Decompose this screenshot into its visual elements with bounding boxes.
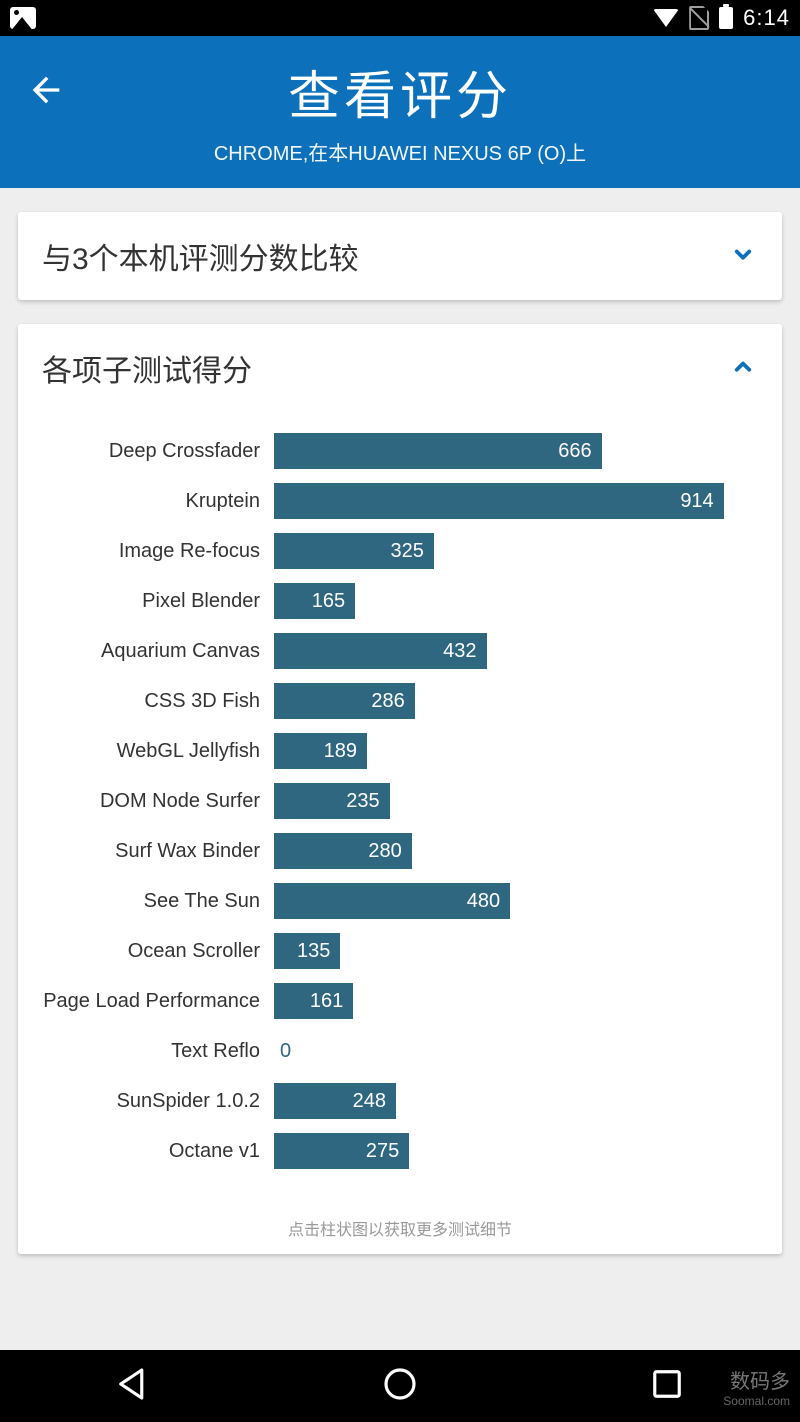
circle-home-icon [379, 1363, 421, 1405]
chart-bar-track: 161 [274, 983, 766, 1019]
chart-row[interactable]: Octane v1275 [34, 1126, 766, 1176]
chart-row[interactable]: See The Sun480 [34, 876, 766, 926]
chart-label: SunSpider 1.0.2 [34, 1090, 274, 1113]
status-bar: 6:14 [0, 0, 800, 36]
triangle-back-icon [112, 1363, 154, 1405]
status-left [10, 7, 36, 29]
chart-row[interactable]: Pixel Blender165 [34, 576, 766, 626]
compare-card-head[interactable]: 与3个本机评测分数比较 [18, 212, 782, 300]
chart-label: Octane v1 [34, 1140, 274, 1163]
chart-row[interactable]: Deep Crossfader666 [34, 426, 766, 476]
chart-row[interactable]: Image Re-focus325 [34, 526, 766, 576]
chart-row[interactable]: Kruptein914 [34, 476, 766, 526]
subtests-card-head[interactable]: 各项子测试得分 [18, 324, 782, 412]
chart-bar[interactable]: 275 [274, 1133, 409, 1169]
page-subtitle: CHROME,在本HUAWEI NEXUS 6P (O)上 [20, 137, 780, 166]
chart-label: Ocean Scroller [34, 940, 274, 963]
chart-bar[interactable]: 135 [274, 933, 340, 969]
compare-card[interactable]: 与3个本机评测分数比较 [18, 212, 782, 300]
status-right: 6:14 [653, 5, 790, 31]
chart-bar-track: 248 [274, 1083, 766, 1119]
chart-bar[interactable]: 0 [274, 1033, 280, 1069]
chart-bar[interactable]: 286 [274, 683, 415, 719]
chart-row[interactable]: Page Load Performance161 [34, 976, 766, 1026]
watermark-line1: 数码多 [730, 1365, 790, 1394]
chart-label: Pixel Blender [34, 590, 274, 613]
chart-bar-track: 432 [274, 633, 766, 669]
chart-bar-track: 235 [274, 783, 766, 819]
chart-label: Aquarium Canvas [34, 640, 274, 663]
chart-label: Text Reflo [34, 1040, 274, 1063]
chart-bar[interactable]: 325 [274, 533, 434, 569]
chart-bar[interactable]: 480 [274, 883, 510, 919]
chart-label: See The Sun [34, 890, 274, 913]
chart-bar-track: 189 [274, 733, 766, 769]
chart-row[interactable]: Surf Wax Binder280 [34, 826, 766, 876]
chart-label: Image Re-focus [34, 540, 274, 563]
chart-row[interactable]: Text Reflo0 [34, 1026, 766, 1076]
chart-label: WebGL Jellyfish [34, 740, 274, 763]
chart-label: CSS 3D Fish [34, 690, 274, 713]
chart-bar-track: 286 [274, 683, 766, 719]
chart-bar-track: 914 [274, 483, 766, 519]
subtests-chart[interactable]: Deep Crossfader666Kruptein914Image Re-fo… [18, 412, 782, 1196]
no-sim-icon [689, 6, 709, 30]
back-button[interactable] [26, 70, 66, 115]
chart-bar-track: 480 [274, 883, 766, 919]
chart-label: Surf Wax Binder [34, 840, 274, 863]
chart-label: Kruptein [34, 490, 274, 513]
chart-bar-track: 325 [274, 533, 766, 569]
chart-label: Deep Crossfader [34, 440, 274, 463]
chart-bar[interactable]: 248 [274, 1083, 396, 1119]
app-header: 查看评分 CHROME,在本HUAWEI NEXUS 6P (O)上 [0, 36, 800, 188]
chevron-down-icon [728, 239, 758, 274]
chart-bar-track: 666 [274, 433, 766, 469]
chart-bar[interactable]: 189 [274, 733, 367, 769]
chart-bar[interactable]: 280 [274, 833, 412, 869]
chart-hint: 点击柱状图以获取更多测试细节 [18, 1216, 782, 1240]
chart-bar-track: 0 [274, 1033, 766, 1069]
nav-home-button[interactable] [379, 1363, 421, 1410]
chart-bar[interactable]: 235 [274, 783, 390, 819]
nav-back-button[interactable] [112, 1363, 154, 1410]
chart-row[interactable]: WebGL Jellyfish189 [34, 726, 766, 776]
compare-card-title: 与3个本机评测分数比较 [42, 234, 359, 278]
chart-bar[interactable]: 432 [274, 633, 487, 669]
subtests-card-title: 各项子测试得分 [42, 346, 252, 390]
chart-bar-track: 280 [274, 833, 766, 869]
watermark: 数码多 Soomal.com [660, 1350, 800, 1422]
chart-bar[interactable]: 914 [274, 483, 724, 519]
chart-bar-track: 165 [274, 583, 766, 619]
chart-bar[interactable]: 165 [274, 583, 355, 619]
image-notification-icon [10, 7, 36, 29]
chart-bar-track: 275 [274, 1133, 766, 1169]
chart-row[interactable]: Ocean Scroller135 [34, 926, 766, 976]
page-title: 查看评分 [20, 54, 780, 129]
chart-bar[interactable]: 161 [274, 983, 353, 1019]
wifi-icon [653, 9, 679, 27]
chart-bar[interactable]: 666 [274, 433, 602, 469]
status-clock: 6:14 [743, 5, 790, 31]
chart-bar-track: 135 [274, 933, 766, 969]
battery-icon [719, 7, 733, 29]
watermark-line2: Soomal.com [723, 1394, 790, 1408]
chart-row[interactable]: DOM Node Surfer235 [34, 776, 766, 826]
chart-row[interactable]: SunSpider 1.0.2248 [34, 1076, 766, 1126]
chart-row[interactable]: CSS 3D Fish286 [34, 676, 766, 726]
chart-label: Page Load Performance [34, 990, 274, 1013]
back-arrow-icon [26, 70, 66, 110]
android-nav-bar: 数码多 Soomal.com [0, 1350, 800, 1422]
chart-row[interactable]: Aquarium Canvas432 [34, 626, 766, 676]
subtests-card: 各项子测试得分 Deep Crossfader666Kruptein914Ima… [18, 324, 782, 1254]
chart-label: DOM Node Surfer [34, 790, 274, 813]
chevron-up-icon [728, 351, 758, 386]
